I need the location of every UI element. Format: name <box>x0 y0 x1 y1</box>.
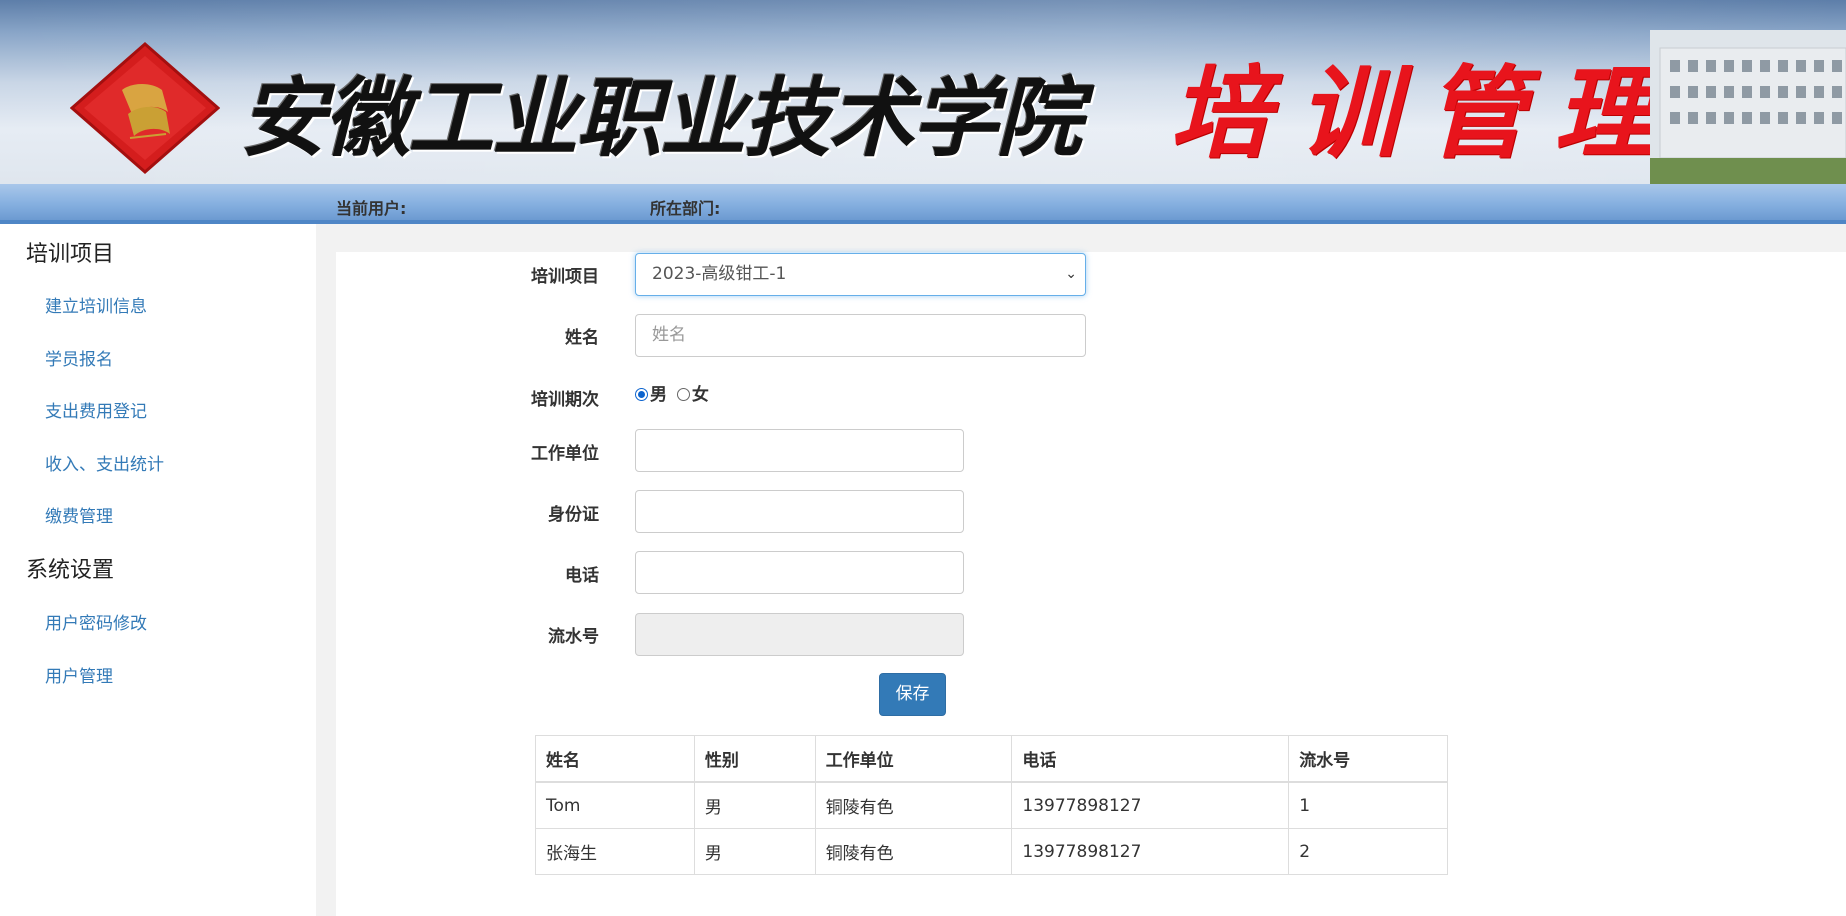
nav-income-expense-stats[interactable]: 收入、支出统计 <box>45 450 164 475</box>
col-header-phone: 电话 <box>1011 735 1290 783</box>
serial-label: 流水号 <box>548 627 599 647</box>
nav-student-signup[interactable]: 学员报名 <box>45 345 113 370</box>
phone-input[interactable] <box>635 551 964 594</box>
id-card-input[interactable] <box>635 490 964 533</box>
table-row: 张海生 男 铜陵有色 13977898127 2 <box>535 828 1448 875</box>
school-name: 安徽工业职业技术学院 <box>240 68 1082 169</box>
campus-building-image <box>1650 30 1846 184</box>
cell-phone: 13977898127 <box>1011 828 1290 875</box>
project-select-value: 2023-高级钳工-1 <box>652 264 787 284</box>
phone-label: 电话 <box>565 566 599 586</box>
cell-gender: 男 <box>693 781 816 829</box>
table-header-row: 姓名 性别 工作单位 电话 流水号 <box>535 735 1448 783</box>
system-title: 培训管理 <box>1170 54 1682 172</box>
header-banner: 安徽工业职业技术学院 培训管理 <box>0 0 1846 184</box>
gender-male-label: 男 <box>650 385 667 405</box>
nav-change-password[interactable]: 用户密码修改 <box>45 609 147 634</box>
period-label: 培训期次 <box>531 390 599 410</box>
col-header-name: 姓名 <box>535 735 695 783</box>
nav-user-management[interactable]: 用户管理 <box>45 662 113 687</box>
cell-name: Tom <box>535 781 695 829</box>
gender-female-radio[interactable] <box>676 388 690 401</box>
department-label: 所在部门: <box>650 199 721 218</box>
name-input[interactable]: 姓名 <box>635 314 1086 357</box>
main-content: 培训项目 2023-高级钳工-1 ⌄ 姓名 姓名 培训期次 男 女 工作单位 身… <box>316 224 1846 916</box>
nav-create-training[interactable]: 建立培训信息 <box>45 292 147 317</box>
user-info-bar: 当前用户: 所在部门: <box>0 184 1846 224</box>
project-label: 培训项目 <box>531 267 599 287</box>
form-panel: 培训项目 2023-高级钳工-1 ⌄ 姓名 姓名 培训期次 男 女 工作单位 身… <box>336 252 1846 916</box>
school-emblem-icon <box>70 42 220 174</box>
id-card-label: 身份证 <box>548 505 599 525</box>
cell-phone: 13977898127 <box>1011 781 1290 829</box>
gender-male-radio[interactable] <box>635 388 648 401</box>
cell-gender: 男 <box>693 828 816 875</box>
nav-group-training: 培训项目 <box>26 242 115 267</box>
cell-employer: 铜陵有色 <box>814 781 1013 829</box>
nav-payment-management[interactable]: 缴费管理 <box>45 502 113 527</box>
cell-serial: 1 <box>1288 781 1448 829</box>
current-user-label: 当前用户: <box>336 199 407 218</box>
col-header-employer: 工作单位 <box>814 735 1013 783</box>
cell-employer: 铜陵有色 <box>814 828 1013 875</box>
employer-input[interactable] <box>635 429 964 472</box>
sidebar: 培训项目 建立培训信息 学员报名 支出费用登记 收入、支出统计 缴费管理 系统设… <box>0 224 318 916</box>
table-row: Tom 男 铜陵有色 13977898127 1 <box>535 781 1448 829</box>
name-placeholder: 姓名 <box>652 325 686 345</box>
nav-group-settings: 系统设置 <box>26 558 115 583</box>
cell-serial: 2 <box>1288 828 1448 875</box>
employer-label: 工作单位 <box>531 444 599 464</box>
nav-expense-register[interactable]: 支出费用登记 <box>45 397 147 422</box>
name-label: 姓名 <box>565 328 599 348</box>
gender-female-label: 女 <box>691 385 709 405</box>
gender-radio-group: 男 女 <box>635 380 709 405</box>
student-table: 姓名 性别 工作单位 电话 流水号 Tom 男 铜陵有色 13977898127… <box>535 735 1448 875</box>
col-header-serial: 流水号 <box>1288 735 1448 783</box>
chevron-down-icon: ⌄ <box>1065 266 1077 282</box>
serial-input <box>635 613 964 656</box>
col-header-gender: 性别 <box>693 735 816 783</box>
save-button[interactable]: 保存 <box>879 673 946 716</box>
cell-name: 张海生 <box>535 828 695 875</box>
project-select[interactable]: 2023-高级钳工-1 ⌄ <box>635 253 1086 296</box>
